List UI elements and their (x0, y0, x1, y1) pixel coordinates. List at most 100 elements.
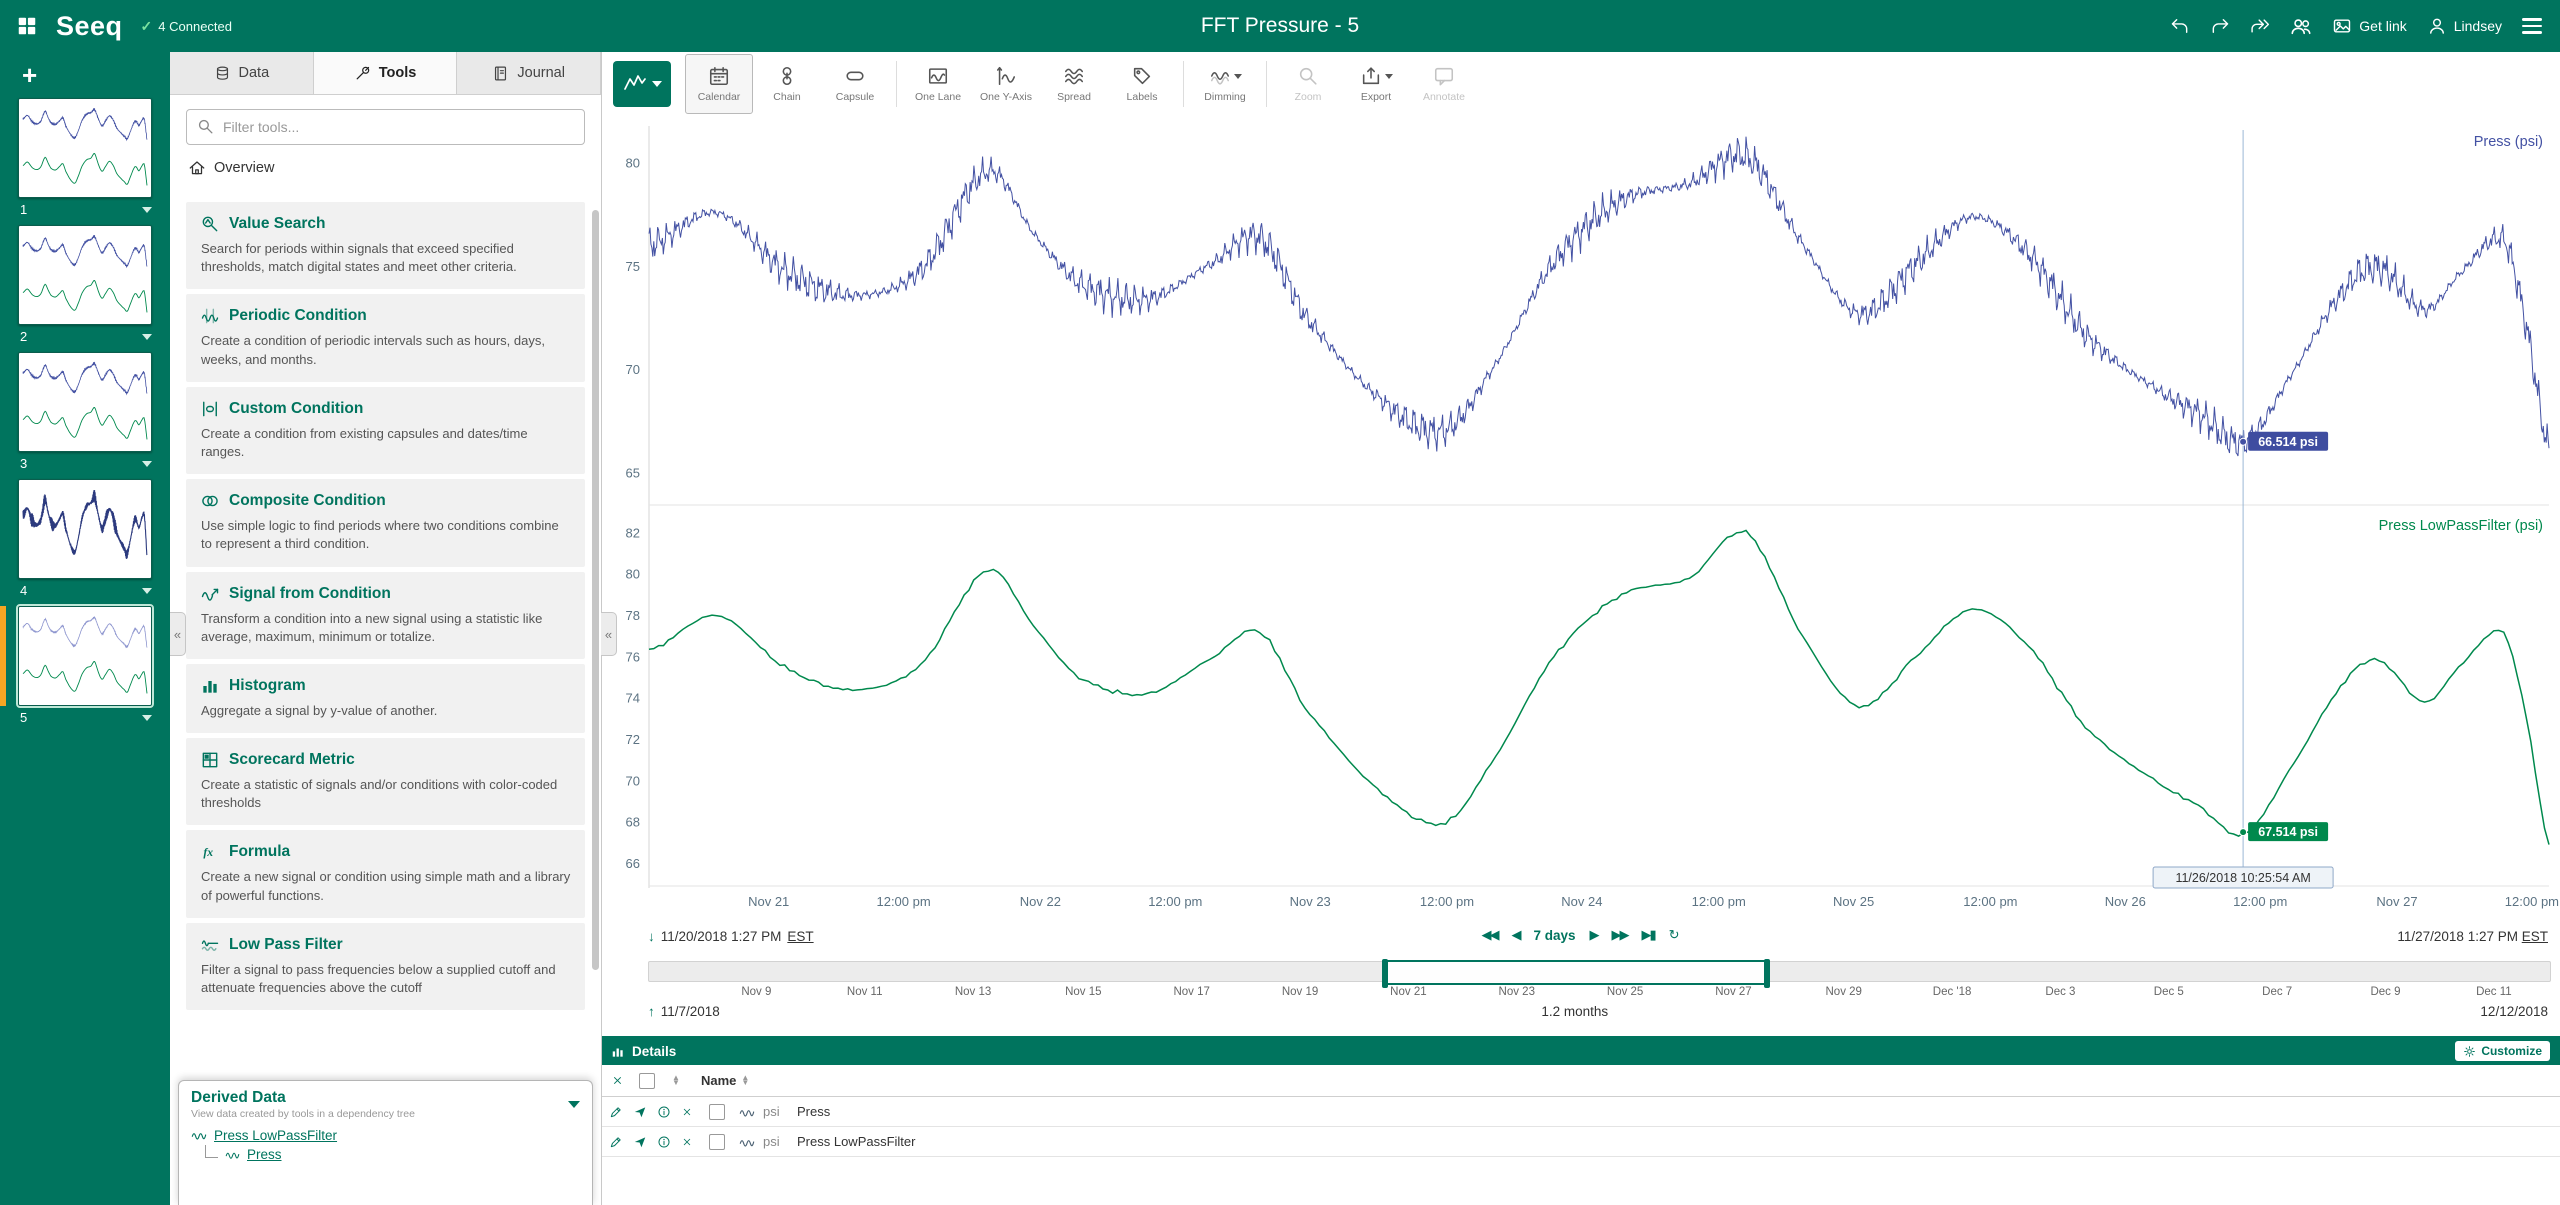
toolbar-labels-button[interactable]: Labels (1108, 54, 1176, 114)
x-tick-label: 12:00 pm (1692, 894, 1746, 909)
send-icon[interactable] (633, 1127, 647, 1156)
overview-track[interactable] (648, 961, 2551, 982)
toolbar-spread-button[interactable]: Spread (1040, 54, 1108, 114)
tools-scrollbar[interactable] (592, 210, 599, 970)
worksheet-thumbnail[interactable] (18, 479, 152, 579)
journal-icon (492, 65, 509, 82)
worksheet-thumbnail[interactable] (18, 98, 152, 198)
tree-elbow (205, 1145, 218, 1158)
item-name[interactable]: Press (797, 1097, 830, 1126)
item-name[interactable]: Press LowPassFilter (797, 1127, 915, 1156)
tab-journal[interactable]: Journal (457, 52, 601, 94)
derived-item[interactable]: Press LowPassFilter (191, 1127, 580, 1143)
tool-description: Create a condition from existing capsule… (201, 425, 571, 461)
remove-icon[interactable] (681, 1127, 693, 1156)
tool-composite-condition[interactable]: Composite ConditionUse simple logic to f… (186, 479, 585, 566)
sort-icon[interactable]: ▲▼ (667, 1065, 680, 1096)
details-row-press[interactable]: psiPressPump 11 (601, 1097, 2560, 1127)
add-worksheet-button[interactable]: + (0, 52, 170, 92)
chart-type-button[interactable] (613, 61, 671, 107)
get-link-button[interactable]: Get link (2332, 16, 2406, 36)
y-tick-label: 66 (626, 856, 640, 871)
undo-button[interactable] (2170, 16, 2190, 36)
labels-icon (1131, 65, 1153, 87)
tool-periodic-condition[interactable]: Periodic ConditionCreate a condition of … (186, 294, 585, 381)
chevron-down-icon[interactable] (142, 207, 152, 213)
link-icon (2332, 16, 2352, 36)
step-back-fast-button[interactable]: ◀◀ (1481, 927, 1497, 943)
overview-duration[interactable]: 1.2 months (1541, 1004, 1608, 1019)
overview-brush[interactable] (1386, 960, 1766, 985)
worksheet-item-2[interactable]: 2 (0, 223, 170, 346)
toolbar-export-button[interactable]: Export (1342, 54, 1410, 114)
duration-button[interactable]: 7 days (1533, 928, 1575, 943)
worksheet-thumbnail[interactable] (18, 606, 152, 706)
edit-icon[interactable] (609, 1097, 623, 1126)
worksheet-thumbnail[interactable] (18, 225, 152, 325)
toolbar-chain-button[interactable]: Chain (753, 54, 821, 114)
tool-value-search[interactable]: Value SearchSearch for periods within si… (186, 202, 585, 289)
app-grid-icon[interactable] (16, 15, 38, 37)
x-tick-label: Nov 26 (2105, 894, 2146, 909)
x-tick-label: Nov 22 (1020, 894, 1061, 909)
worksheet-item-1[interactable]: 1 (0, 96, 170, 219)
range-end[interactable]: 11/27/2018 1:27 PM (2397, 929, 2518, 944)
toolbar-dimming-button[interactable]: Dimming (1191, 54, 1259, 114)
filter-tools-input[interactable] (186, 109, 585, 145)
send-icon[interactable] (633, 1097, 647, 1126)
tool-scorecard-metric[interactable]: Scorecard MetricCreate a statistic of si… (186, 738, 585, 825)
tool-histogram[interactable]: HistogramAggregate a signal by y-value o… (186, 664, 585, 733)
users-button[interactable] (2290, 15, 2312, 37)
user-menu[interactable]: Lindsey (2427, 16, 2502, 36)
step-forward-fast-button[interactable]: ▶▶ (1611, 927, 1627, 943)
redo-button[interactable] (2210, 16, 2230, 36)
chevron-down-icon[interactable] (142, 715, 152, 721)
collapse-tools-handle[interactable]: « (601, 612, 617, 656)
toolbar-calendar-button[interactable]: Calendar (685, 54, 753, 114)
trend-chart[interactable]: 65707580Press (psi)666870727476788082Pre… (601, 116, 2560, 922)
tool-formula[interactable]: fxFormulaCreate a new signal or conditio… (186, 830, 585, 917)
toolbar-one-y-axis-button[interactable]: One Y-Axis (972, 54, 1040, 114)
tool-custom-condition[interactable]: Custom ConditionCreate a condition from … (186, 387, 585, 474)
details-row-press-lowpassfilter[interactable]: psiPress LowPassFilterPump 12 (601, 1127, 2560, 1157)
periodic-icon (200, 306, 220, 326)
remove-icon[interactable] (681, 1097, 693, 1126)
worksheet-number: 5 (20, 710, 27, 725)
step-to-end-button[interactable]: ▶▮ (1641, 927, 1654, 943)
fast-forward-button[interactable] (2250, 16, 2270, 36)
worksheet-item-5[interactable]: 5 (0, 604, 170, 727)
overview-start-date[interactable]: 11/7/2018 (661, 1004, 720, 1019)
collapse-worksheets-handle[interactable]: « (170, 612, 186, 656)
edit-icon[interactable] (609, 1127, 623, 1156)
toolbar-capsule-button[interactable]: Capsule (821, 54, 889, 114)
worksheet-item-4[interactable]: 4 (0, 477, 170, 600)
hamburger-menu[interactable] (2522, 14, 2542, 38)
column-name[interactable]: Name▲▼ (701, 1065, 749, 1096)
info-icon[interactable] (657, 1127, 671, 1156)
brush-right-handle[interactable] (1764, 959, 1770, 988)
info-icon[interactable] (657, 1097, 671, 1126)
worksheet-thumbnail[interactable] (18, 352, 152, 452)
tab-data[interactable]: Data (170, 52, 314, 94)
step-forward-button[interactable]: ▶ (1589, 927, 1597, 943)
chevron-down-icon[interactable] (142, 334, 152, 340)
derived-data-header[interactable]: Derived Data View data created by tools … (191, 1089, 580, 1120)
customize-button[interactable]: Customize (2455, 1041, 2550, 1061)
refresh-button[interactable]: ↻ (1669, 927, 1680, 943)
tool-low-pass-filter[interactable]: Low Pass FilterFilter a signal to pass f… (186, 923, 585, 1010)
derived-item-child[interactable]: Press (191, 1145, 580, 1164)
chevron-down-icon[interactable] (142, 588, 152, 594)
remove-all-icon[interactable] (611, 1065, 624, 1096)
worksheet-item-3[interactable]: 3 (0, 350, 170, 473)
brush-left-handle[interactable] (1382, 959, 1388, 988)
step-back-button[interactable]: ◀ (1511, 927, 1519, 943)
connection-status[interactable]: ✓ 4 Connected (141, 18, 232, 35)
tool-signal-from-condition[interactable]: Signal from ConditionTransform a conditi… (186, 572, 585, 659)
tab-tools[interactable]: Tools (314, 52, 458, 94)
tools-overview-link[interactable]: Overview (170, 151, 601, 187)
overview-end-date[interactable]: 12/12/2018 (2480, 1004, 2548, 1019)
chevron-down-icon[interactable] (142, 461, 152, 467)
onelane-icon (927, 65, 949, 87)
toolbar-one-lane-button[interactable]: One Lane (904, 54, 972, 114)
range-end-tz[interactable]: EST (2522, 929, 2548, 944)
